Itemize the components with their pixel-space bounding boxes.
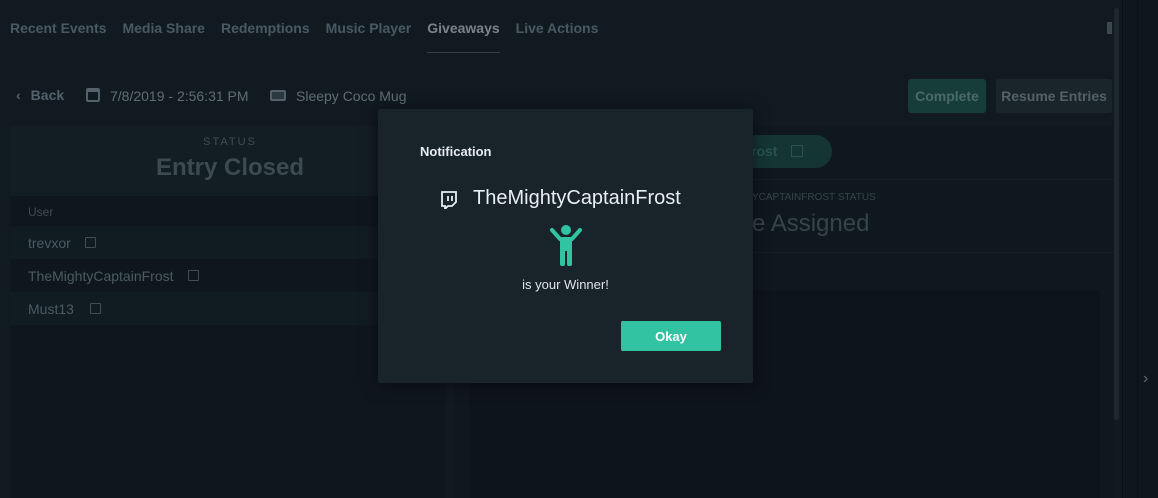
modal-title: Notification xyxy=(420,144,492,159)
twitch-icon xyxy=(441,191,457,209)
notification-modal: Notification TheMightyCaptainFrost is yo… xyxy=(378,109,753,383)
app-window: Recent Events Media Share Redemptions Mu… xyxy=(0,0,1158,498)
winner-name: TheMightyCaptainFrost xyxy=(473,187,681,209)
okay-button[interactable]: Okay xyxy=(621,321,721,351)
winner-subtitle: is your Winner! xyxy=(522,277,609,292)
winner-figure-icon xyxy=(550,225,582,266)
